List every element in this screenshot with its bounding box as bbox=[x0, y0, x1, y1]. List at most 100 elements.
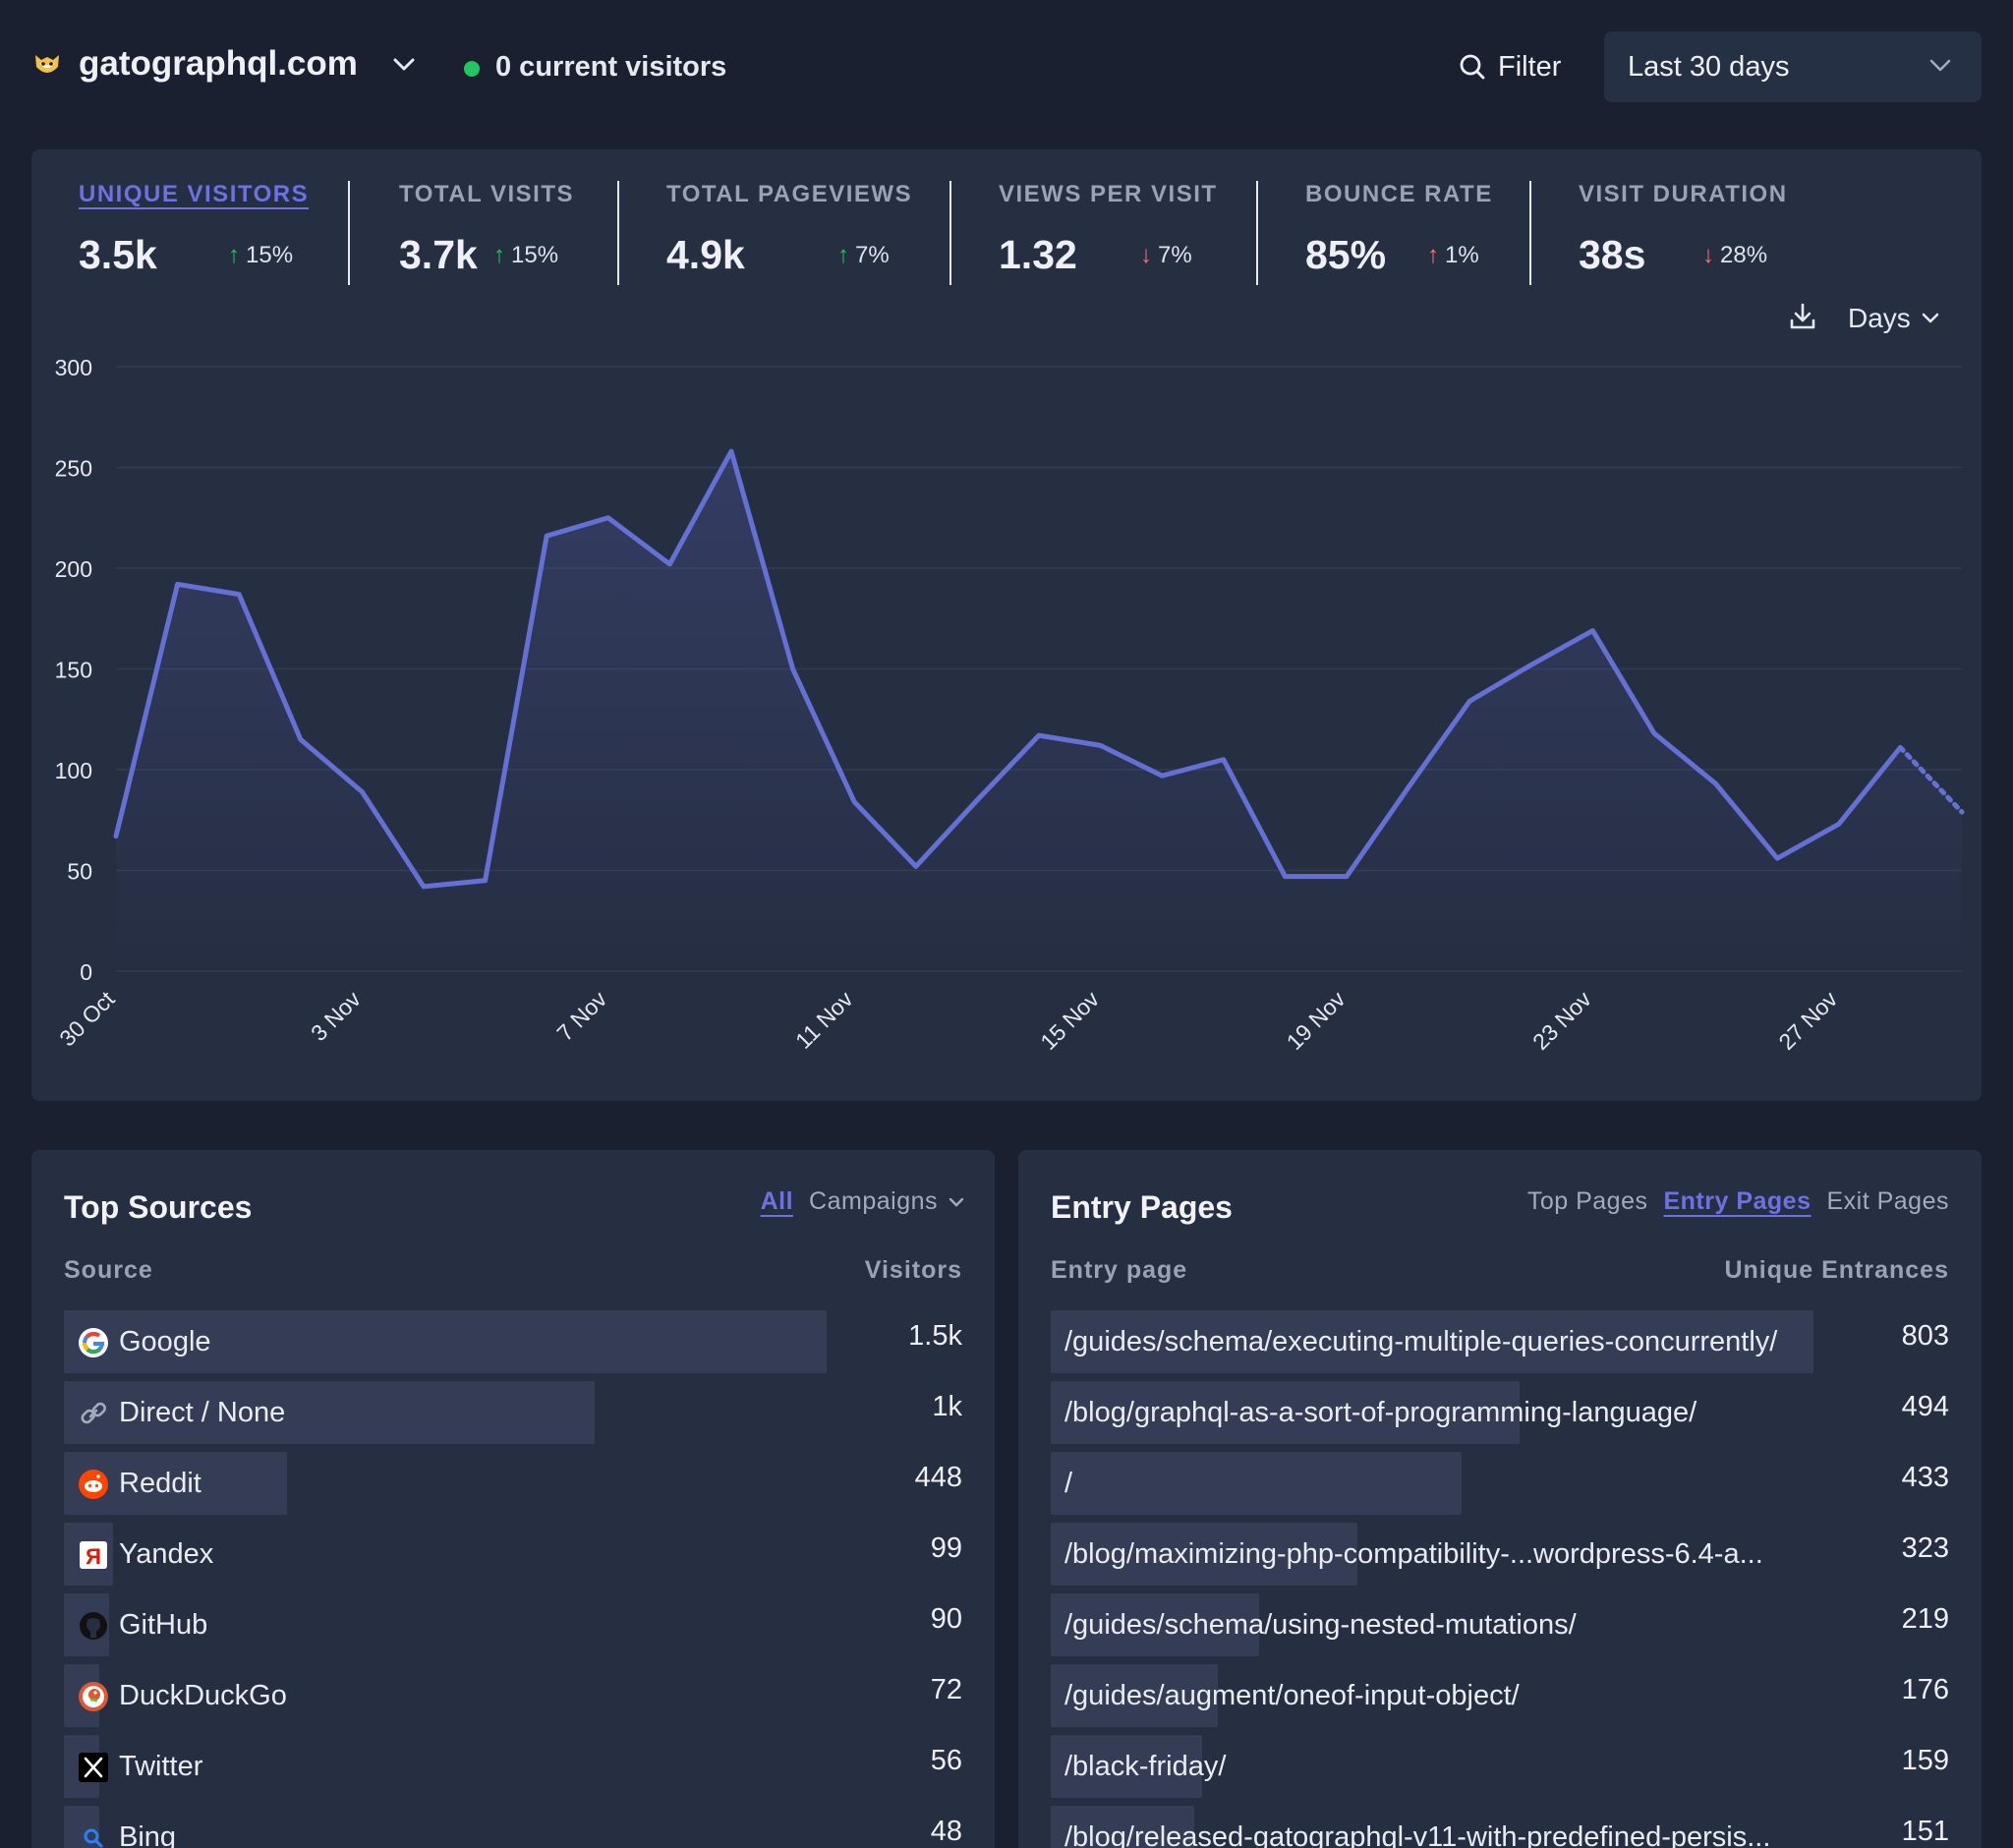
sources-tabs: All Campaigns bbox=[761, 1187, 965, 1216]
x-tick-label: 23 Nov bbox=[1527, 986, 1596, 1055]
list-item[interactable]: /black-friday/159 bbox=[1051, 1735, 1949, 1798]
list-item-label-wrap: Google bbox=[78, 1326, 211, 1358]
tab-all[interactable]: All bbox=[761, 1187, 793, 1216]
list-item-label[interactable]: GitHub bbox=[119, 1609, 207, 1642]
list-item-label[interactable]: /guides/schema/executing-multiple-querie… bbox=[1064, 1326, 1777, 1358]
list-item-label-wrap: Twitter bbox=[78, 1751, 202, 1783]
list-item-label-wrap: Я Yandex bbox=[78, 1538, 213, 1571]
list-item[interactable]: /blog/graphql-as-a-sort-of-programming-l… bbox=[1051, 1381, 1949, 1444]
entry-pages-card: Entry Pages Top Pages Entry Pages Exit P… bbox=[1018, 1150, 1982, 1848]
bing-icon bbox=[78, 1822, 109, 1848]
list-item[interactable]: Я Yandex 99 bbox=[64, 1523, 962, 1586]
top-sources-title: Top Sources bbox=[64, 1189, 253, 1225]
list-item[interactable]: /blog/released-gatographql-v11-with-pred… bbox=[1051, 1806, 1949, 1848]
list-item-count: 159 bbox=[1901, 1745, 1949, 1776]
link-icon bbox=[78, 1398, 109, 1429]
list-item[interactable]: /guides/schema/executing-multiple-querie… bbox=[1051, 1310, 1949, 1373]
list-item[interactable]: Bing 48 bbox=[64, 1806, 962, 1848]
list-item-label[interactable]: Yandex bbox=[119, 1538, 213, 1571]
list-item-label[interactable]: /black-friday/ bbox=[1064, 1751, 1226, 1783]
y-tick-label: 0 bbox=[80, 959, 92, 985]
visitors-line-chart: 0 50 100 150 200 250 300 30 Oct 3 Nov 7 Nov 11 Nov… bbox=[54, 355, 1965, 1055]
list-item-label-wrap: DuckDuckGo bbox=[78, 1680, 287, 1712]
list-item-count: 323 bbox=[1901, 1532, 1949, 1564]
y-tick-label: 100 bbox=[55, 758, 92, 783]
list-item[interactable]: /guides/schema/using-nested-mutations/21… bbox=[1051, 1593, 1949, 1656]
list-item[interactable]: GitHub 90 bbox=[64, 1593, 962, 1656]
x-tick-label: 3 Nov bbox=[306, 986, 366, 1046]
list-item-label-wrap: Direct / None bbox=[78, 1397, 285, 1429]
list-item-label[interactable]: /guides/augment/oneof-input-object/ bbox=[1064, 1680, 1520, 1712]
list-item-label[interactable]: /blog/maximizing-php-compatibility-...wo… bbox=[1064, 1538, 1763, 1571]
list-item-label[interactable]: /blog/graphql-as-a-sort-of-programming-l… bbox=[1064, 1397, 1697, 1429]
tab-entry-pages[interactable]: Entry Pages bbox=[1663, 1187, 1811, 1216]
list-item-label-wrap: Bing bbox=[78, 1821, 176, 1848]
list-item-label[interactable]: Bing bbox=[119, 1821, 176, 1848]
x-icon bbox=[78, 1752, 109, 1783]
pages-tabs: Top Pages Entry Pages Exit Pages bbox=[1527, 1187, 1949, 1216]
list-item-label[interactable]: Direct / None bbox=[119, 1397, 285, 1429]
list-item-count: 72 bbox=[930, 1674, 962, 1705]
x-tick-label: 11 Nov bbox=[790, 986, 858, 1054]
list-item[interactable]: /guides/augment/oneof-input-object/176 bbox=[1051, 1664, 1949, 1727]
site-switcher[interactable]: gatographql.com bbox=[79, 44, 358, 84]
percentage-bar bbox=[1051, 1452, 1462, 1515]
list-item-label[interactable]: Twitter bbox=[119, 1751, 202, 1783]
list-item-label-wrap: Reddit bbox=[78, 1468, 201, 1500]
y-tick-label: 250 bbox=[55, 456, 92, 482]
search-icon bbox=[1460, 54, 1485, 80]
list-item-label-wrap: /blog/maximizing-php-compatibility-...wo… bbox=[1064, 1538, 1763, 1571]
list-item-count: 176 bbox=[1901, 1674, 1949, 1705]
list-item-label-wrap: /guides/schema/executing-multiple-querie… bbox=[1064, 1326, 1777, 1358]
live-indicator-dot bbox=[464, 61, 480, 77]
list-item-count: 48 bbox=[930, 1816, 962, 1847]
period-picker[interactable]: Last 30 days bbox=[1604, 31, 1982, 102]
column-header-unique-entrances: Unique Entrances bbox=[1724, 1256, 1949, 1284]
chevron-down-icon[interactable] bbox=[391, 55, 417, 75]
list-item-label[interactable]: DuckDuckGo bbox=[119, 1680, 287, 1712]
x-tick-label: 19 Nov bbox=[1282, 986, 1351, 1055]
list-item[interactable]: / 433 bbox=[1051, 1452, 1949, 1515]
list-item[interactable]: DuckDuckGo 72 bbox=[64, 1664, 962, 1727]
list-item[interactable]: Reddit 448 bbox=[64, 1452, 962, 1515]
filter-label: Filter bbox=[1498, 50, 1562, 83]
list-item-label-wrap: GitHub bbox=[78, 1609, 207, 1642]
list-item-count: 90 bbox=[930, 1603, 962, 1635]
visitors-graph-card: UNIQUE VISITORS 3.5k ↑ 15% TOTAL VISITS 3.7k ↑… bbox=[31, 149, 1982, 1101]
column-header-visitors: Visitors bbox=[864, 1256, 962, 1284]
current-visitors[interactable]: 0 current visitors bbox=[495, 51, 726, 84]
tab-exit-pages[interactable]: Exit Pages bbox=[1826, 1187, 1949, 1216]
list-item-label[interactable]: Google bbox=[119, 1326, 211, 1358]
list-item-label[interactable]: / bbox=[1064, 1468, 1072, 1500]
list-item-label-wrap: /guides/schema/using-nested-mutations/ bbox=[1064, 1609, 1577, 1642]
list-item[interactable]: Twitter 56 bbox=[64, 1735, 962, 1798]
list-item[interactable]: Direct / None 1k bbox=[64, 1381, 962, 1444]
list-item-count: 1k bbox=[932, 1391, 962, 1422]
tab-campaigns[interactable]: Campaigns bbox=[809, 1187, 965, 1216]
list-item-count: 56 bbox=[930, 1745, 962, 1776]
y-tick-label: 200 bbox=[55, 556, 92, 582]
x-tick-label: 30 Oct bbox=[54, 986, 120, 1052]
list-item-count: 433 bbox=[1901, 1462, 1949, 1493]
list-item-label-wrap: /black-friday/ bbox=[1064, 1751, 1226, 1783]
github-icon bbox=[78, 1610, 109, 1642]
list-item-count: 219 bbox=[1901, 1603, 1949, 1635]
x-tick-label: 27 Nov bbox=[1773, 986, 1842, 1055]
series-area bbox=[116, 451, 1962, 972]
list-item-label-wrap: /blog/released-gatographql-v11-with-pred… bbox=[1064, 1821, 1770, 1848]
list-item-label[interactable]: /blog/released-gatographql-v11-with-pred… bbox=[1064, 1821, 1770, 1848]
list-item-label[interactable]: Reddit bbox=[119, 1468, 201, 1500]
filter-button[interactable]: Filter bbox=[1459, 47, 1561, 87]
tab-campaigns-label: Campaigns bbox=[809, 1187, 938, 1215]
top-sources-card: Top Sources All Campaigns Source Visitor… bbox=[31, 1150, 995, 1848]
list-item[interactable]: /blog/maximizing-php-compatibility-...wo… bbox=[1051, 1523, 1949, 1586]
tab-top-pages[interactable]: Top Pages bbox=[1527, 1187, 1648, 1216]
list-item[interactable]: Google 1.5k bbox=[64, 1310, 962, 1373]
list-item-count: 99 bbox=[930, 1532, 962, 1564]
list-item-label[interactable]: /guides/schema/using-nested-mutations/ bbox=[1064, 1609, 1577, 1642]
list-item-count: 151 bbox=[1901, 1816, 1949, 1847]
list-item-label-wrap: / bbox=[1064, 1468, 1072, 1500]
list-item-label-wrap: /guides/augment/oneof-input-object/ bbox=[1064, 1680, 1520, 1712]
list-item-label-wrap: /blog/graphql-as-a-sort-of-programming-l… bbox=[1064, 1397, 1697, 1429]
site-favicon-icon bbox=[35, 55, 59, 73]
